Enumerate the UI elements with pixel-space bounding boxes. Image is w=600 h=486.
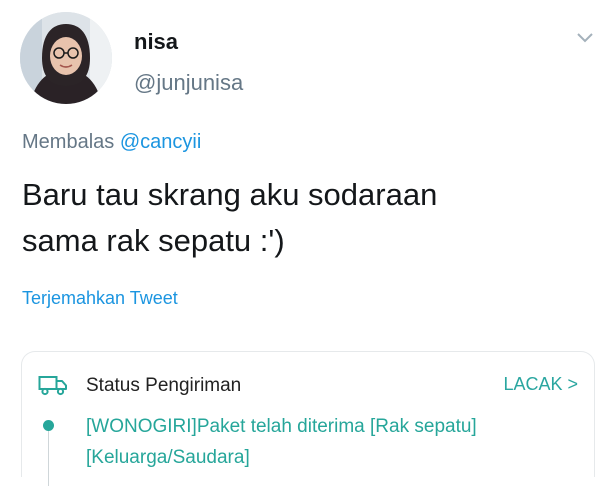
tweet-container: nisa @junjunisa Membalas @cancyii Baru t… xyxy=(0,0,600,486)
status-line: [Keluarga/Saudara] xyxy=(86,447,250,468)
reply-prefix: Membalas xyxy=(22,131,115,153)
reply-context: Membalas @cancyii xyxy=(22,131,201,154)
timeline-dot xyxy=(43,420,54,431)
translate-tweet-link[interactable]: Terjemahkan Tweet xyxy=(22,288,178,309)
track-button[interactable]: LACAK > xyxy=(503,374,578,395)
display-name[interactable]: nisa xyxy=(134,29,178,55)
tweet-text: Baru tau skrang aku sodaraan sama rak se… xyxy=(22,172,582,264)
truck-icon xyxy=(38,376,67,396)
user-avatar-photo xyxy=(20,12,112,104)
reply-mention-link[interactable]: @cancyii xyxy=(120,131,201,153)
status-line: [WONOGIRI]Paket telah diterima [Rak sepa… xyxy=(86,416,477,437)
tweet-text-line: sama rak sepatu :') xyxy=(22,223,285,258)
avatar[interactable] xyxy=(20,12,112,104)
tweet-text-line: Baru tau skrang aku sodaraan xyxy=(22,177,438,212)
user-handle[interactable]: @junjunisa xyxy=(134,70,243,96)
chevron-down-icon[interactable] xyxy=(576,32,594,44)
shipping-status-title: Status Pengiriman xyxy=(86,375,242,396)
shipping-status-card: Status Pengiriman LACAK > [WONOGIRI]Pake… xyxy=(21,351,595,486)
timeline-line xyxy=(48,426,49,486)
shipping-status-text: [WONOGIRI]Paket telah diterima [Rak sepa… xyxy=(86,411,556,473)
